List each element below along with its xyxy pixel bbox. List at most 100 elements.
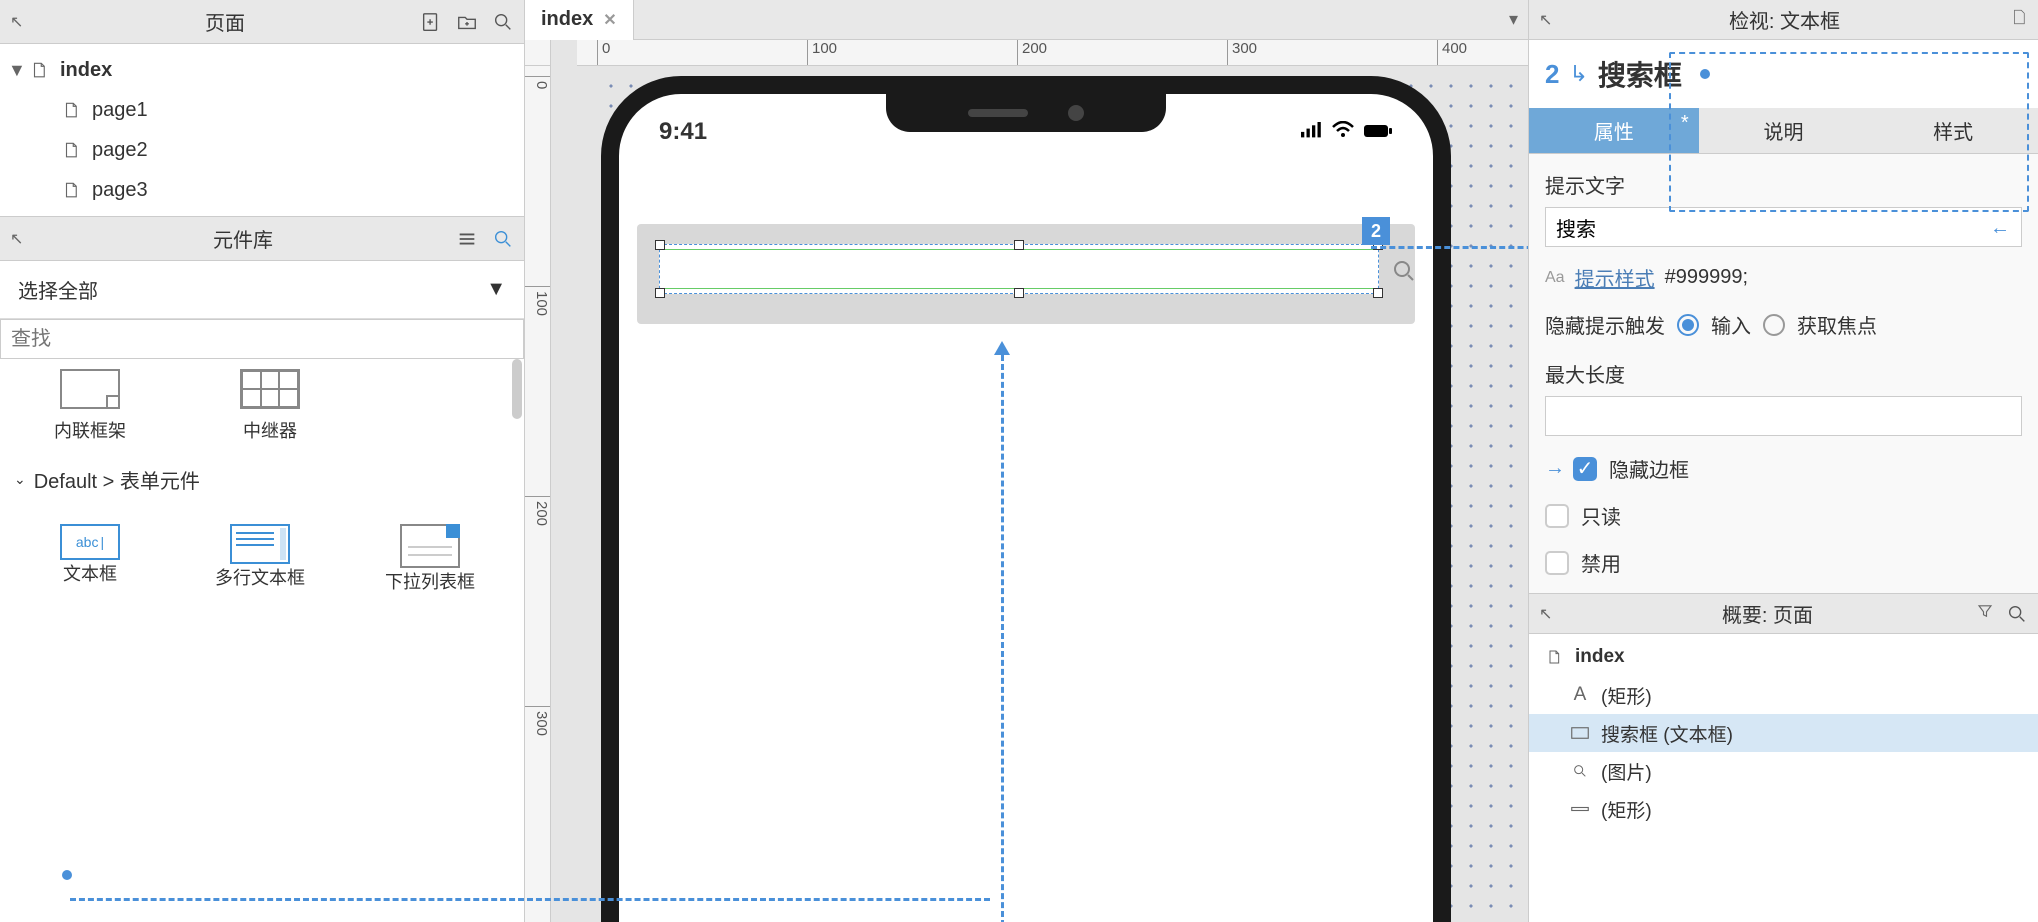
pages-tree: ▼ index page1 page2 page3 [0,44,524,216]
radio-on-input[interactable] [1677,314,1699,336]
textarea-thumb [230,524,290,564]
properties-panel: 提示文字 ← Aa 提示样式 #999999; 隐藏提示触发 输入 获取焦点 最… [1529,154,2038,593]
font-icon: Aa [1545,269,1565,287]
annotation-dot [1700,69,1710,79]
page-icon [60,179,82,201]
collapse-icon[interactable]: ↖ [10,229,30,249]
arrow-right-icon: → [1545,457,1565,480]
arrow-left-icon: ← [1990,217,2010,240]
filter-icon[interactable] [1976,602,1994,625]
repeater-thumb [240,369,300,409]
outline-item[interactable]: (图片) [1529,752,2038,790]
radio-on-focus[interactable] [1763,314,1785,336]
library-select[interactable]: 选择全部 ▼ [8,269,516,310]
resize-handle[interactable] [1373,288,1383,298]
widgets-search-input[interactable] [0,319,524,359]
menu-icon[interactable] [456,228,478,250]
widget-inline-frame[interactable]: 内联框架 [30,369,150,443]
widget-select[interactable]: 下拉列表框 [370,524,490,594]
pages-title: 页面 [30,7,420,36]
tree-toggle-icon[interactable]: ▼ [8,60,28,81]
widget-category[interactable]: ⌄ Default > 表单元件 [0,453,524,506]
widget-repeater[interactable]: 中继器 [210,369,330,443]
page-icon [1543,648,1565,666]
search-widgets-icon[interactable] [492,228,514,250]
resize-handle[interactable] [655,288,665,298]
outline-tree: index A (矩形) 搜索框 (文本框) (图片) (矩形) [1529,634,2038,922]
canvas[interactable]: 9:41 [551,66,1528,922]
collapse-icon[interactable]: ↖ [10,12,30,32]
page-icon [60,99,82,121]
scrollbar[interactable] [512,359,522,419]
annotation-dot [62,870,72,880]
ruler-horizontal: 0 100 200 300 400 [577,40,1528,66]
tab-style[interactable]: 样式 [1868,108,2038,154]
outline-item[interactable]: (矩形) [1529,790,2038,828]
readonly-checkbox[interactable] [1545,504,1569,528]
arrow-right-icon: ↳ [1569,61,1587,87]
phone-status-bar: 9:41 [619,112,1433,152]
ruler-vertical: 0 100 200 300 [525,66,551,922]
page-root[interactable]: ▼ index [0,50,524,90]
widget-textarea[interactable]: 多行文本框 [200,524,320,594]
widget-name[interactable]: 搜索框 [1598,54,1682,94]
inline-frame-thumb [60,369,120,409]
battery-icon [1363,122,1393,143]
page-item[interactable]: page3 [0,170,524,210]
add-page-icon[interactable] [420,11,442,33]
selection-badge: 2 [1362,217,1390,245]
outline-root[interactable]: index [1529,638,2038,676]
canvas-tabs: index ✕ ▾ [525,0,1528,40]
text-shape-icon: A [1569,684,1591,706]
tab-notes[interactable]: 说明 [1699,108,1869,154]
search-pages-icon[interactable] [492,11,514,33]
pages-panel-header: ↖ 页面 [0,0,524,44]
widget-textfield[interactable]: abc| 文本框 [30,524,150,594]
resize-handle[interactable] [1014,288,1024,298]
resize-handle[interactable] [1014,240,1024,250]
page-icon [60,139,82,161]
search-icon [1569,763,1591,779]
disabled-checkbox[interactable] [1545,551,1569,575]
widget-name-row: 2 ↳ 搜索框 [1529,40,2038,108]
search-outline-icon[interactable] [2006,603,2028,625]
close-tab-icon[interactable]: ✕ [603,10,616,30]
phone-frame: 9:41 [601,76,1451,922]
selected-textfield[interactable]: 2 [659,244,1379,294]
page-item[interactable]: page1 [0,90,524,130]
maxlen-input[interactable] [1545,396,2022,436]
hint-text-input[interactable] [1545,207,2022,247]
rect-icon [1569,727,1591,739]
hide-hint-label: 隐藏提示触发 [1545,310,1665,339]
tab-properties[interactable]: 属性 * [1529,108,1699,154]
chevron-down-icon: ▼ [486,278,506,301]
widgets-panel-header: ↖ 元件库 [0,217,524,261]
outline-title: 概要: 页面 [1559,599,1976,628]
hide-border-checkbox[interactable]: ✓ [1573,457,1597,481]
page-item[interactable]: page2 [0,130,524,170]
line-icon [1569,806,1591,812]
maxlen-label: 最大长度 [1545,359,2022,388]
widgets-title: 元件库 [30,224,456,253]
annotation-arrow [70,898,990,901]
search-icon [1392,259,1416,288]
outline-item[interactable]: 搜索框 (文本框) [1529,714,2038,752]
wifi-icon [1331,121,1355,144]
hint-color-value: #999999; [1665,266,1748,289]
hint-text-label: 提示文字 [1545,170,2022,199]
canvas-tab[interactable]: index ✕ [525,0,634,40]
outline-item[interactable]: A (矩形) [1529,676,2038,714]
hint-style-link[interactable]: 提示样式 [1575,263,1655,292]
tabs-menu-icon[interactable]: ▾ [1509,9,1528,30]
collapse-icon[interactable]: ↖ [1539,10,1559,30]
collapse-icon[interactable]: ↖ [1539,604,1559,624]
select-thumb [400,524,460,568]
inspector-tabs: 属性 * 说明 样式 [1529,108,2038,154]
document-icon[interactable] [2010,7,2028,32]
outline-header: ↖ 概要: 页面 [1529,594,2038,634]
resize-handle[interactable] [655,240,665,250]
inspector-header: ↖ 检视: 文本框 [1529,0,2038,40]
add-folder-icon[interactable] [456,11,478,33]
inspector-title: 检视: 文本框 [1559,5,2010,34]
textfield-thumb: abc| [60,524,120,560]
